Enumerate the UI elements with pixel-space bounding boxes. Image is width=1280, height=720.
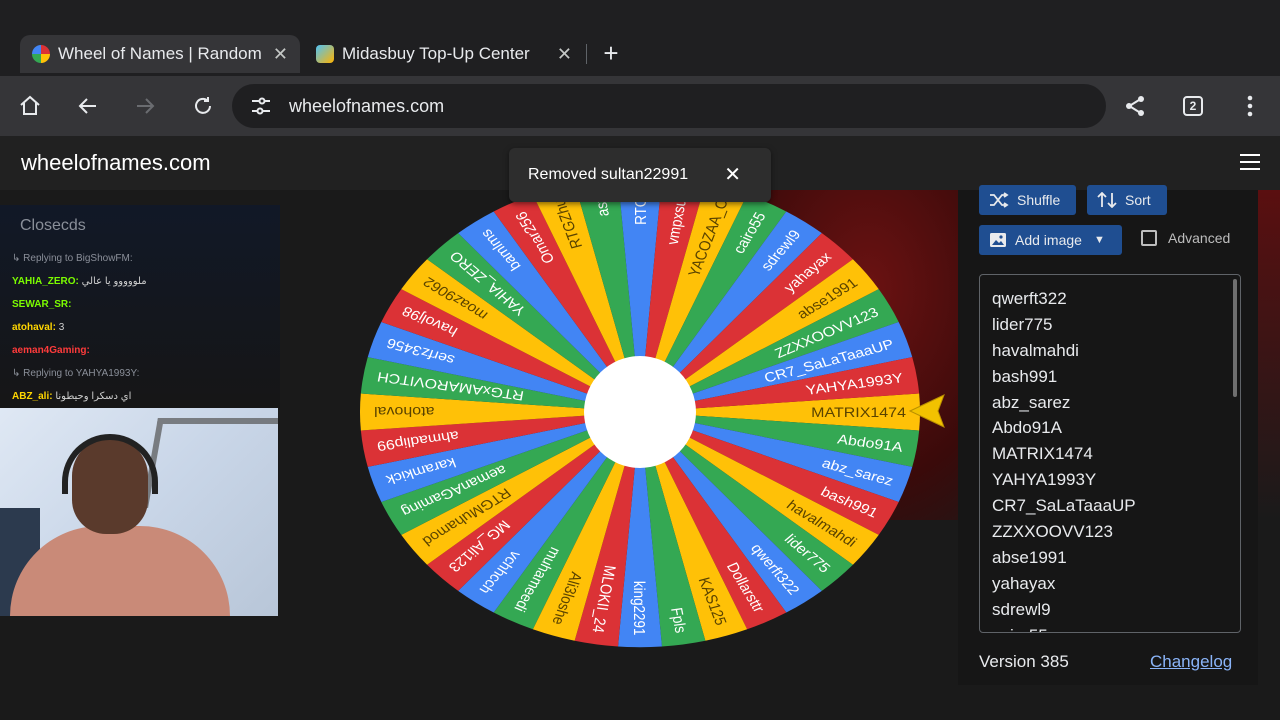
entry-line[interactable]: YAHYA1993Y: [980, 467, 1240, 493]
chat-title: Closeсds: [20, 217, 86, 234]
site-name[interactable]: wheelofnames.com: [21, 150, 211, 176]
toast-notification: Removed sultan22991 ✕: [509, 148, 771, 202]
entry-line[interactable]: cairo55: [980, 623, 1240, 632]
screen: Wheel of Names | Random n ✕ Midasbuy Top…: [0, 0, 1280, 720]
chat-username: ABZ_ali:: [12, 391, 56, 402]
chevron-down-icon[interactable]: ▼: [1094, 234, 1105, 246]
wheel-center[interactable]: [584, 356, 696, 468]
changelog-link[interactable]: Changelog: [1150, 652, 1232, 672]
chat-username: SEWAR_SR:: [12, 299, 72, 310]
sort-label: Sort: [1125, 192, 1151, 208]
advanced-toggle[interactable]: Advanced: [1141, 230, 1230, 246]
wheel-container[interactable]: MATRIX1474 Abdo91A abz_sarez bash991 havalma…: [360, 176, 920, 666]
menu-kebab-icon[interactable]: [1234, 90, 1266, 122]
new-tab-button[interactable]: +: [596, 38, 626, 69]
wheel-favicon-icon: [32, 45, 50, 63]
entry-line[interactable]: havalmahdi: [980, 338, 1240, 364]
streamer-webcam: [0, 408, 278, 616]
tab-title: Midasbuy Top-Up Center: [342, 44, 530, 63]
tab-wheel-of-names[interactable]: Wheel of Names | Random n ✕: [20, 35, 300, 73]
back-icon[interactable]: [72, 90, 104, 122]
site-settings-icon[interactable]: [250, 96, 272, 121]
wheel[interactable]: MATRIX1474Abdo91Aabz_sarezbash991havalma…: [360, 176, 920, 666]
stream-chat-overlay: Closeсds ↳ Replying to BigShowFM: YAHIA_Z…: [0, 205, 280, 410]
tab-midasbuy[interactable]: Midasbuy Top-Up Center ✕: [304, 35, 584, 73]
entry-line[interactable]: MATRIX1474: [980, 441, 1240, 467]
wheel-label: king2291: [630, 581, 647, 636]
shuffle-icon: [990, 192, 1009, 208]
entry-line[interactable]: yahayax: [980, 571, 1240, 597]
chat-text: اي دسكرا وحيطونا: [55, 391, 132, 402]
advanced-checkbox[interactable]: [1141, 230, 1157, 246]
sort-icon: [1097, 192, 1117, 208]
entry-line[interactable]: abse1991: [980, 545, 1240, 571]
headset: [62, 434, 158, 494]
chat-message: ABZ_ali: اي دسكرا وحيطونا: [12, 391, 131, 402]
names-textarea[interactable]: qwerft322 lider775 havalmahdi bash991 abz_sa…: [979, 274, 1241, 633]
entry-line[interactable]: Abdo91A: [980, 415, 1240, 441]
add-image-button[interactable]: Add image ▼: [979, 225, 1122, 255]
wheel-label: MATRIX1474: [811, 406, 906, 421]
toast-message: Removed sultan22991: [528, 166, 689, 183]
entry-line[interactable]: bash991: [980, 364, 1240, 390]
tab-separator: [586, 44, 587, 64]
forward-icon[interactable]: [129, 90, 161, 122]
chat-message: SEWAR_SR:: [12, 299, 71, 310]
tab-close-icon[interactable]: ✕: [273, 44, 288, 65]
chat-message: ↳ Replying to YAHYA1993Y:: [12, 368, 140, 379]
entry-line[interactable]: ZZXXOOVV123: [980, 519, 1240, 545]
wheel-label: atohoval: [374, 403, 434, 418]
chat-message: ↳ Replying to BigShowFM:: [12, 253, 133, 264]
chat-username: YAHIA_ZERO:: [12, 276, 82, 287]
midasbuy-favicon-icon: [316, 45, 334, 63]
wall-logo: [142, 418, 278, 508]
tab-close-icon[interactable]: ✕: [557, 44, 572, 65]
tab-count-button[interactable]: 2: [1177, 90, 1209, 122]
chat-message: atohaval: 3: [12, 322, 64, 333]
entry-line[interactable]: CR7_SaLaTaaaUP: [980, 493, 1240, 519]
chat-message: aeman4Gaming:: [12, 345, 90, 356]
background-glow: [1255, 190, 1280, 520]
chat-username: aeman4Gaming:: [12, 345, 90, 356]
add-image-label: Add image: [1015, 232, 1082, 248]
address-bar[interactable]: wheelofnames.com: [232, 84, 1106, 128]
wheel-pointer-icon: [908, 393, 948, 434]
sort-button[interactable]: Sort: [1087, 185, 1167, 215]
tab-title: Wheel of Names | Random n: [58, 44, 267, 63]
home-icon[interactable]: [14, 90, 46, 122]
tab-strip: Wheel of Names | Random n ✕ Midasbuy Top…: [0, 0, 1280, 76]
shuffle-label: Shuffle: [1017, 192, 1061, 208]
hamburger-menu-icon[interactable]: [1240, 154, 1260, 170]
scrollbar[interactable]: [1233, 279, 1237, 397]
chat-message: YAHIA_ZERO: ملووووو يا عالي: [12, 276, 147, 287]
share-icon[interactable]: [1119, 90, 1151, 122]
entry-line[interactable]: sdrewl9: [980, 597, 1240, 623]
shuffle-button[interactable]: Shuffle: [979, 185, 1076, 215]
image-icon: [990, 233, 1006, 247]
entry-line[interactable]: qwerft322: [980, 286, 1240, 312]
reload-icon[interactable]: [187, 90, 219, 122]
url-text: wheelofnames.com: [289, 96, 445, 116]
entry-line[interactable]: abz_sarez: [980, 390, 1240, 416]
chat-text: ملووووو يا عالي: [81, 276, 147, 287]
streamer-body: [10, 526, 230, 616]
advanced-label: Advanced: [1168, 230, 1231, 246]
chat-username: atohaval:: [12, 322, 59, 333]
version-label: Version 385: [979, 652, 1069, 671]
chat-text: 3: [58, 322, 65, 333]
entry-line[interactable]: lider775: [980, 312, 1240, 338]
toast-close-icon[interactable]: ✕: [724, 162, 741, 187]
